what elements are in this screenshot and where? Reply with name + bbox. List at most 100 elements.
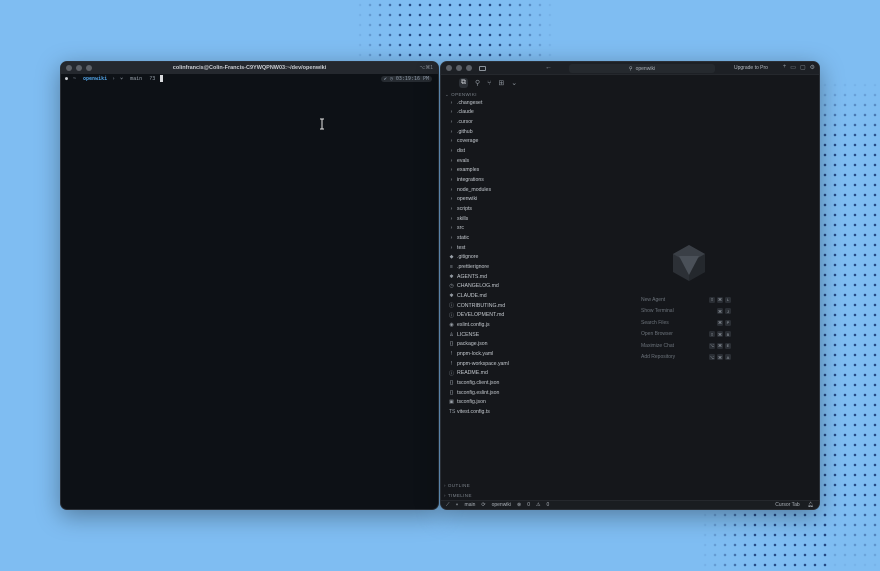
key-cap: L: [725, 296, 731, 303]
tree-folder[interactable]: › openwiki: [441, 195, 631, 205]
tree-file[interactable]: ♙ LICENSE: [441, 330, 631, 340]
tree-file[interactable]: ! pnpm-lock.yaml: [441, 349, 631, 359]
tree-folder[interactable]: › evals: [441, 156, 631, 166]
status-project[interactable]: openwiki: [492, 502, 511, 508]
tree-item-label: tsconfig.eslint.json: [457, 389, 500, 396]
close-button[interactable]: [446, 65, 452, 71]
key-cap: ⌘: [717, 296, 723, 303]
tree-folder[interactable]: › coverage: [441, 137, 631, 147]
tree-file[interactable]: ◷ CHANGELOG.md: [441, 281, 631, 291]
status-warnings[interactable]: 0: [547, 502, 550, 508]
editor-window[interactable]: ← ⚲ openwiki Upgrade to Pro + ▭ ▢ ⚙ ⧉ ⚲ …: [440, 61, 820, 510]
upgrade-button[interactable]: Upgrade to Pro: [734, 65, 768, 71]
tree-file[interactable]: {} package.json: [441, 339, 631, 349]
file-explorer: ⧉ ⚲ ⑂ ⊞ ⌄ ⌄ OPENWIKI › .changeset › .claude…: [441, 75, 631, 500]
chevron-right-icon: ›: [450, 235, 453, 242]
sync-icon[interactable]: ⟳: [481, 502, 485, 508]
tree-folder[interactable]: › .cursor: [441, 117, 631, 127]
desktop-dot-pattern: [700, 510, 830, 571]
add-icon[interactable]: +: [783, 64, 787, 71]
tree-folder[interactable]: › integrations: [441, 175, 631, 185]
tree-file[interactable]: ◆ .gitignore: [441, 253, 631, 263]
tree-folder[interactable]: › examples: [441, 166, 631, 176]
terminal-window[interactable]: colinfrancis@Colin-Francis-C9YWQPNW03:~/…: [60, 61, 439, 510]
tree-folder[interactable]: › .github: [441, 127, 631, 137]
tree-item-label: coverage: [457, 138, 479, 145]
tree-folder[interactable]: › scripts: [441, 204, 631, 214]
tree-file[interactable]: ⓘ README.md: [441, 368, 631, 378]
tree-file[interactable]: ✱ CLAUDE.md: [441, 291, 631, 301]
tree-file[interactable]: ◉ eslint.config.js: [441, 320, 631, 330]
files-icon[interactable]: ⧉: [459, 78, 468, 88]
tree-item-label: openwiki: [457, 196, 478, 203]
tree-item-label: pnpm-lock.yaml: [457, 350, 494, 357]
shortcut-row[interactable]: Search Files ⌘ P: [641, 317, 731, 329]
minimize-button[interactable]: [456, 65, 462, 71]
shortcut-row[interactable]: Maximize Chat ⌥ ⌘ E: [641, 340, 731, 352]
tree-item-label: pnpm-workspace.yaml: [457, 360, 509, 367]
zoom-button[interactable]: [466, 65, 472, 71]
shortcut-keys: ⌘ P: [717, 319, 731, 326]
tree-file[interactable]: ▣ tsconfig.json: [441, 397, 631, 407]
file-icon: ▣: [449, 399, 454, 406]
tree-folder[interactable]: › node_modules: [441, 185, 631, 195]
tree-file[interactable]: ⓘ CONTRIBUTING.md: [441, 301, 631, 311]
shortcut-row[interactable]: Show Terminal ⌘ J: [641, 306, 731, 318]
tree-file[interactable]: ! pnpm-workspace.yaml: [441, 359, 631, 369]
tree-folder[interactable]: › src: [441, 224, 631, 234]
tree-item-label: .cursor: [457, 119, 473, 126]
tree-folder[interactable]: › static: [441, 233, 631, 243]
key-cap: A: [725, 354, 731, 361]
tree-item-label: .gitignore: [457, 254, 479, 261]
file-icon: ◉: [449, 321, 454, 328]
tree-file[interactable]: ✱ AGENTS.md: [441, 272, 631, 282]
status-bar: ⟋ ⑂ main ⟳ openwiki ⊗ 0 ⚠ 0 Cursor Tab 🔔…: [441, 500, 819, 509]
chevron-right-icon: ›: [450, 128, 453, 135]
key-cap: ⇧: [709, 331, 715, 338]
key-cap: ⌥: [709, 342, 715, 349]
timeline-label: TIMELINE: [447, 492, 472, 498]
tree-folder[interactable]: › dist: [441, 146, 631, 156]
shortcut-keys: ⌘ J: [717, 308, 731, 315]
chevron-right-icon: ›: [450, 206, 453, 213]
chevron-down-icon[interactable]: ⌄: [511, 79, 517, 87]
source-control-icon[interactable]: ⑂: [487, 80, 491, 87]
cursor-tab-label[interactable]: Cursor Tab: [775, 502, 799, 508]
error-icon: ⊗: [517, 502, 522, 508]
timeline-section[interactable]: › TIMELINE: [441, 490, 631, 500]
sidebar-toggle-icon[interactable]: [479, 65, 486, 71]
tree-file[interactable]: ⓘ DEVELOPMENT.md: [441, 310, 631, 320]
tree-item-label: CONTRIBUTING.md: [457, 302, 506, 309]
tree-file[interactable]: ≡ .prettierignore: [441, 262, 631, 272]
remote-icon[interactable]: ⟋: [446, 502, 450, 508]
tree-file[interactable]: {} tsconfig.eslint.json: [441, 388, 631, 398]
shortcut-row[interactable]: Open Browser ⇧ ⌘ B: [641, 329, 731, 341]
panel-icon[interactable]: ▭: [790, 64, 796, 71]
shortcut-row[interactable]: Add Repository ⌥ ⌘ A: [641, 352, 731, 364]
chevron-down-icon: ⌄: [445, 91, 450, 97]
status-branch[interactable]: main: [465, 502, 476, 508]
tree-folder[interactable]: › skills: [441, 214, 631, 224]
ibeam-cursor-icon: [320, 118, 324, 130]
status-errors[interactable]: 0: [527, 502, 530, 508]
tree-file[interactable]: TS vitest.config.ts: [441, 407, 631, 417]
prompt-branch: main: [130, 75, 143, 82]
terminal-titlebar: colinfrancis@Colin-Francis-C9YWQPNW03:~/…: [61, 62, 438, 74]
extensions-icon[interactable]: ⊞: [498, 79, 504, 87]
desktop-dot-pattern: [355, 0, 555, 62]
tree-folder[interactable]: › .claude: [441, 108, 631, 118]
bell-icon[interactable]: 🔔︎: [808, 502, 814, 508]
tree-folder[interactable]: › .changeset: [441, 98, 631, 108]
tree-item-label: vitest.config.ts: [457, 408, 490, 415]
outline-section[interactable]: › OUTLINE: [441, 480, 631, 490]
settings-icon[interactable]: ⚙: [810, 64, 815, 71]
search-icon[interactable]: ⚲: [475, 79, 480, 87]
tree-file[interactable]: {} tsconfig.client.json: [441, 378, 631, 388]
back-arrow-icon[interactable]: ←: [545, 64, 552, 71]
command-search[interactable]: ⚲ openwiki: [569, 64, 715, 73]
chevron-right-icon: ›: [450, 215, 453, 222]
chat-icon[interactable]: ▢: [800, 64, 806, 71]
shortcut-row[interactable]: New Agent ⇧ ⌘ L: [641, 294, 731, 306]
explorer-header[interactable]: ⌄ OPENWIKI: [441, 91, 631, 98]
tree-folder[interactable]: › test: [441, 243, 631, 253]
